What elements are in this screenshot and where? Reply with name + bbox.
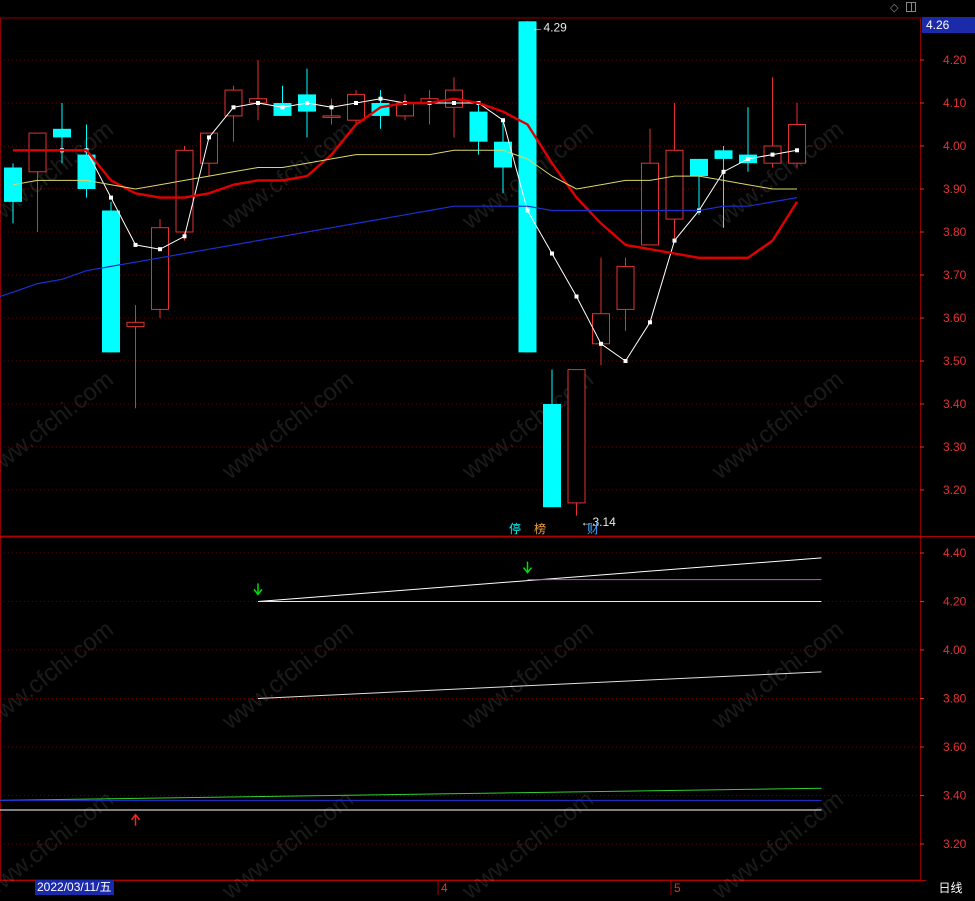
panel-toggle-icon[interactable] (906, 2, 916, 12)
period-button[interactable]: 日线 (926, 880, 975, 897)
ma-point (354, 101, 358, 105)
candle-body (28, 132, 47, 173)
ma-point (770, 152, 775, 157)
ma-point (501, 118, 505, 123)
candle-body (224, 89, 243, 117)
red-up-arrow-icon (130, 813, 141, 826)
watermark-text: www.cfchi.com (706, 616, 848, 736)
ma-point (280, 105, 285, 110)
ma60-lead (0, 291, 14, 298)
high-price-annotation: ←4.29 (532, 20, 568, 34)
ma-point (599, 341, 603, 346)
ma-point (648, 320, 652, 325)
sub-tick-label: 3.20 (943, 837, 967, 851)
ma-point (207, 135, 211, 140)
main-tick-label: 3.20 (943, 483, 967, 497)
indicator-layer (0, 557, 822, 826)
candle-body (714, 150, 733, 159)
candle-body (592, 313, 610, 345)
ma-point (329, 105, 334, 110)
watermark-text: www.cfchi.com (216, 116, 358, 236)
main-tick-label: 4.10 (943, 96, 967, 110)
ma-point (378, 96, 383, 101)
ma-point (452, 101, 456, 105)
ma-point (550, 251, 554, 256)
sub-tick-label: 4.40 (943, 546, 967, 560)
candle-body (102, 210, 120, 353)
candle-body (494, 141, 512, 168)
candle-body (469, 111, 488, 142)
event-tag: 财 (587, 522, 599, 536)
sub-tick-label: 3.80 (943, 692, 967, 706)
main-tick-label: 3.30 (943, 440, 967, 454)
watermark-text: www.cfchi.com (0, 616, 119, 736)
candle-body (641, 162, 659, 246)
candle-body (690, 158, 708, 177)
watermark-text: www.cfchi.com (706, 116, 848, 236)
watermark-text: www.cfchi.com (216, 786, 358, 901)
ma-point (795, 148, 799, 153)
main-tick-label: 3.90 (943, 182, 967, 196)
candle-body (151, 227, 169, 310)
ma-point (746, 156, 750, 161)
ma-point (574, 294, 579, 299)
event-tag: 停 (509, 521, 521, 536)
watermark-text: www.cfchi.com (706, 366, 848, 486)
green-down-arrow-icon (522, 561, 533, 574)
ma-point (256, 101, 260, 105)
watermark-text: www.cfchi.com (216, 616, 358, 736)
green-down-arrow-icon (253, 583, 263, 596)
sub-tick-label: 3.60 (943, 740, 967, 754)
ma-point (109, 195, 113, 200)
candle-body (347, 93, 365, 121)
candle-body (788, 124, 806, 164)
ma-point (305, 101, 309, 105)
month-label: 5 (674, 881, 681, 895)
watermark-text: www.cfchi.com (0, 366, 119, 486)
ma-point (182, 234, 187, 239)
candle-body (273, 103, 292, 116)
candle-body (543, 404, 561, 508)
diamond-icon[interactable]: ◇ (890, 1, 898, 14)
main-tick-label: 3.60 (943, 311, 967, 325)
candle-body (322, 115, 341, 118)
sub-tick-label: 4.20 (943, 595, 967, 609)
ma-point (231, 105, 236, 110)
candle-body (567, 369, 586, 504)
sub-tick-label: 3.40 (943, 789, 967, 803)
sub-tick-label: 4.00 (943, 643, 967, 657)
main-tick-label: 3.80 (943, 225, 967, 239)
watermark-text: www.cfchi.com (456, 616, 598, 736)
stock-chart: www.cfchi.com www.cfchi.com www.cfchi.com w… (0, 17, 975, 901)
main-tick-label: 3.40 (943, 397, 967, 411)
candle-body (53, 128, 71, 138)
candle-body (665, 149, 684, 220)
candlestick-layer (4, 21, 806, 516)
main-tick-label: 4.20 (943, 53, 967, 67)
date-label: 2022/03/11/五 (35, 880, 114, 895)
ma-point (525, 208, 530, 213)
main-tick-label: 3.70 (943, 268, 967, 282)
ma-point (158, 247, 162, 252)
moving-average-line (62, 98, 798, 362)
watermark-text: www.cfchi.com (706, 786, 848, 901)
main-tick-label: 4.00 (943, 139, 967, 153)
current-price-tag: 4.26 (922, 17, 975, 33)
candle-body (126, 321, 145, 328)
candle-body (616, 265, 635, 310)
candle-body (371, 103, 390, 116)
ma-point (623, 359, 628, 363)
indicator-line (0, 787, 822, 801)
candle-body (175, 149, 194, 233)
watermark-layer: www.cfchi.com www.cfchi.com www.cfchi.com w… (0, 116, 849, 901)
main-tick-label: 3.50 (943, 354, 967, 368)
month-label: 4 (441, 881, 448, 895)
event-tag: 榜 (534, 521, 546, 536)
ma-point (672, 238, 677, 243)
ma-point (721, 169, 726, 174)
watermark-text: www.cfchi.com (456, 786, 598, 901)
watermark-text: www.cfchi.com (216, 366, 358, 486)
ma-point (133, 242, 138, 247)
